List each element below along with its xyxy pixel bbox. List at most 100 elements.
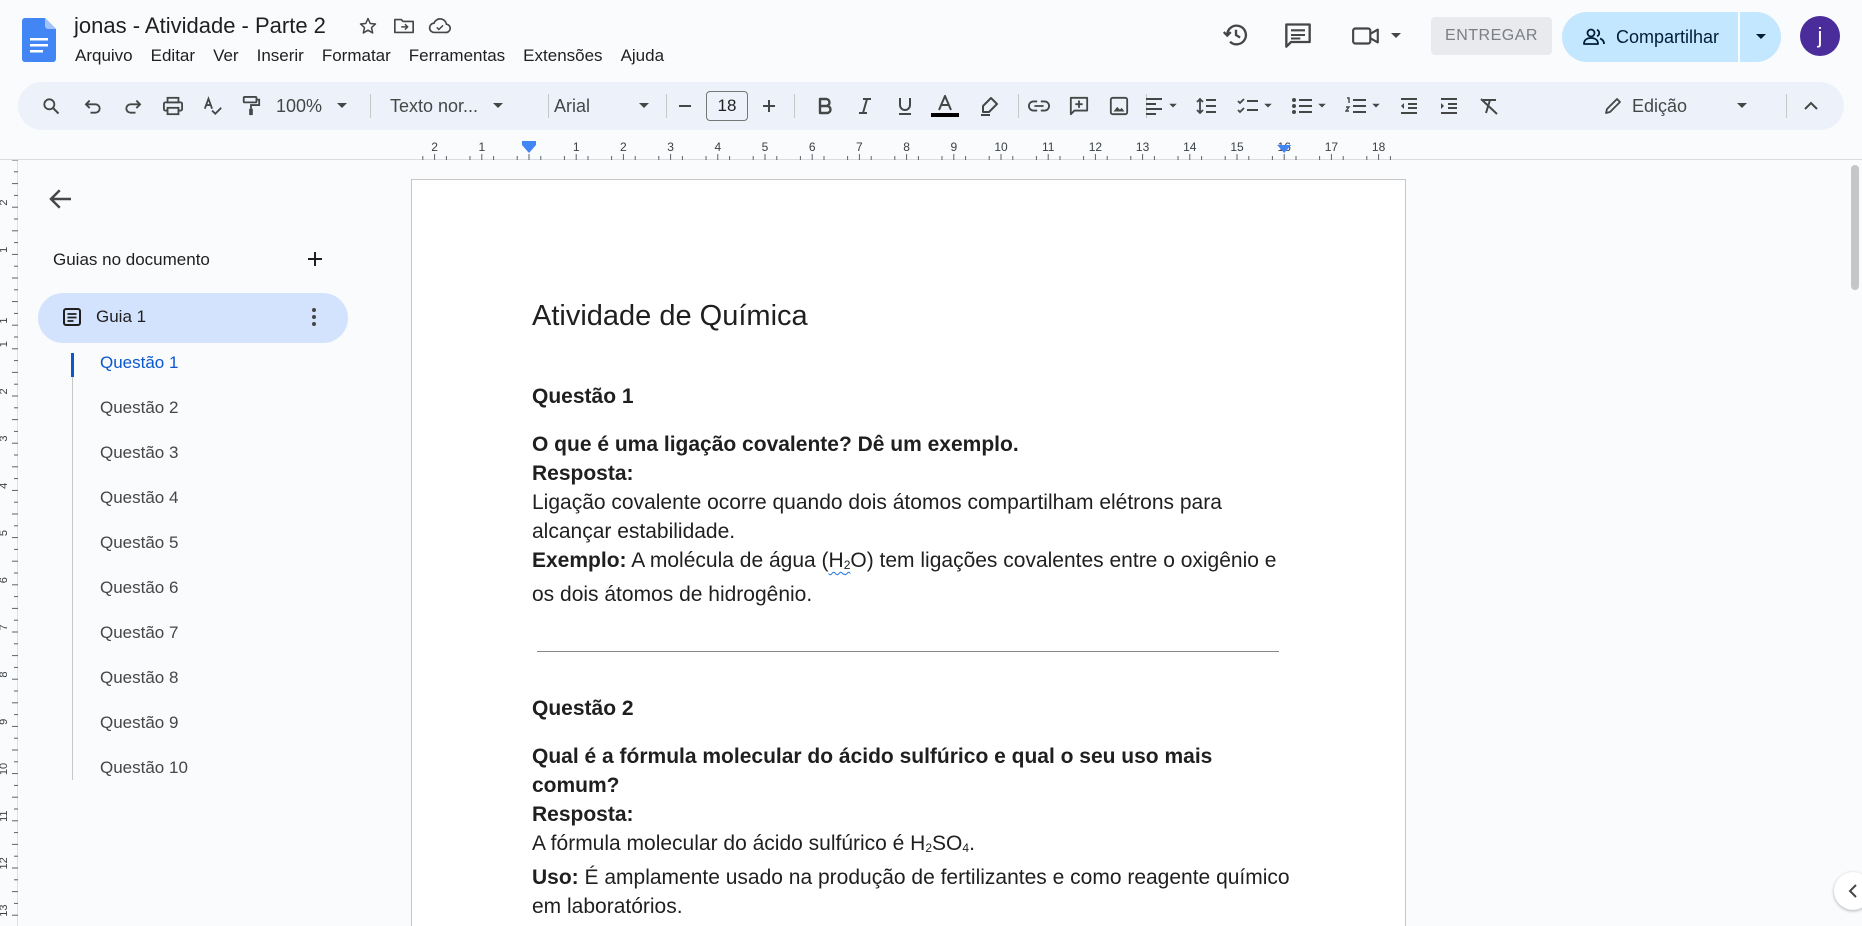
undo-button[interactable] bbox=[76, 82, 110, 130]
ruler-label: 4 bbox=[714, 140, 721, 154]
decrease-font-size-button[interactable] bbox=[670, 82, 700, 130]
bold-icon bbox=[818, 97, 832, 115]
line-spacing-icon bbox=[1196, 97, 1216, 115]
zoom-select[interactable]: 100% bbox=[276, 82, 356, 130]
outline-item-questao-4[interactable]: Questão 4 bbox=[100, 488, 188, 533]
add-tab-button[interactable] bbox=[302, 246, 328, 272]
decrease-indent-button[interactable] bbox=[1392, 82, 1426, 130]
font-family-select[interactable]: Arial bbox=[554, 82, 670, 130]
ruler-label: 14 bbox=[1183, 140, 1197, 154]
ruler-label: 5 bbox=[762, 140, 769, 154]
bulleted-list-button[interactable] bbox=[1284, 82, 1334, 130]
comments-icon[interactable] bbox=[1284, 22, 1312, 48]
menu-ferramentas[interactable]: Ferramentas bbox=[400, 44, 514, 68]
meet-camera-icon[interactable] bbox=[1351, 24, 1381, 48]
editing-mode-select[interactable]: Edição bbox=[1604, 82, 1780, 130]
checklist-button[interactable] bbox=[1230, 82, 1280, 130]
share-button[interactable]: Compartilhar bbox=[1562, 12, 1738, 62]
bold-button[interactable] bbox=[810, 82, 840, 130]
account-avatar[interactable]: j bbox=[1800, 16, 1840, 56]
print-button[interactable] bbox=[156, 82, 190, 130]
ruler-label: 2 bbox=[0, 388, 10, 394]
menu-arquivo[interactable]: Arquivo bbox=[66, 44, 142, 68]
outline-item-questao-8[interactable]: Questão 8 bbox=[100, 668, 188, 713]
move-folder-icon[interactable] bbox=[392, 14, 416, 38]
horizontal-ruler[interactable]: 21123456789101112131415161718 bbox=[0, 138, 1862, 160]
paint-format-button[interactable] bbox=[234, 82, 268, 130]
meet-dropdown-icon[interactable] bbox=[1390, 32, 1402, 40]
insert-link-button[interactable] bbox=[1022, 82, 1056, 130]
question-2-text: Qual é a fórmula molecular do ácido sulf… bbox=[532, 745, 1213, 797]
hide-menus-button[interactable] bbox=[1794, 82, 1828, 130]
question-1-answer: Ligação covalente ocorre quando dois áto… bbox=[532, 491, 1222, 543]
clear-formatting-button[interactable] bbox=[1472, 82, 1506, 130]
line-spacing-button[interactable] bbox=[1190, 82, 1224, 130]
outline-item-questao-9[interactable]: Questão 9 bbox=[100, 713, 188, 758]
back-arrow-icon[interactable] bbox=[46, 184, 76, 214]
italic-icon bbox=[859, 98, 871, 114]
vertical-ruler[interactable]: 21112345678910111213 bbox=[0, 159, 18, 926]
ruler-label: 8 bbox=[0, 672, 10, 678]
ruler-label: 11 bbox=[1042, 140, 1055, 154]
outline-item-questao-2[interactable]: Questão 2 bbox=[100, 398, 188, 443]
paragraph-style-select[interactable]: Texto nor... bbox=[390, 82, 538, 130]
search-menus-button[interactable] bbox=[34, 82, 68, 130]
ruler-label: 17 bbox=[1325, 140, 1339, 154]
share-label: Compartilhar bbox=[1616, 26, 1720, 47]
underline-button[interactable] bbox=[890, 82, 920, 130]
document-tab-icon bbox=[63, 308, 81, 326]
entregar-button[interactable]: ENTREGAR bbox=[1431, 17, 1552, 55]
ruler-label: 1 bbox=[0, 247, 10, 253]
more-vert-icon[interactable] bbox=[310, 305, 318, 329]
text-color-button[interactable] bbox=[928, 82, 962, 130]
ruler-label: 6 bbox=[0, 577, 10, 583]
document-heading: Atividade de Química bbox=[532, 300, 808, 332]
chevron-down-icon bbox=[1264, 103, 1272, 108]
title-icons bbox=[356, 14, 452, 38]
share-dropdown[interactable] bbox=[1740, 12, 1781, 62]
star-icon[interactable] bbox=[356, 14, 380, 38]
cloud-saved-icon[interactable] bbox=[428, 14, 452, 38]
numbered-list-button[interactable] bbox=[1338, 82, 1388, 130]
menu-ver[interactable]: Ver bbox=[204, 44, 248, 68]
italic-button[interactable] bbox=[850, 82, 880, 130]
document-title[interactable]: jonas - Atividade - Parte 2 bbox=[74, 13, 326, 39]
increase-indent-button[interactable] bbox=[1432, 82, 1466, 130]
document-tab-guia-1[interactable]: Guia 1 bbox=[38, 293, 348, 343]
spellcheck-button[interactable] bbox=[196, 82, 230, 130]
outline-item-questao-6[interactable]: Questão 6 bbox=[100, 578, 188, 623]
redo-button[interactable] bbox=[116, 82, 150, 130]
outline-item-questao-10[interactable]: Questão 10 bbox=[100, 758, 188, 803]
side-panel-toggle[interactable] bbox=[1834, 872, 1862, 910]
outline-heading: Guias no documento bbox=[53, 250, 210, 269]
docs-logo-icon[interactable] bbox=[22, 18, 56, 62]
document-body[interactable]: Atividade de Química Questão 1 O que é u… bbox=[532, 298, 1292, 921]
question-1-text: O que é uma ligação covalente? Dê um exe… bbox=[532, 433, 1019, 456]
ruler-label: 4 bbox=[0, 483, 10, 489]
ruler-label: 10 bbox=[994, 140, 1008, 154]
question-2-answer: A fórmula molecular do ácido sulfúrico é… bbox=[532, 829, 1292, 863]
outline-item-questao-1[interactable]: Questão 1 bbox=[100, 353, 188, 398]
insert-image-button[interactable] bbox=[1102, 82, 1136, 130]
menu-ajuda[interactable]: Ajuda bbox=[612, 44, 673, 68]
ruler-label: 1 bbox=[573, 140, 580, 154]
highlight-color-button[interactable] bbox=[972, 82, 1006, 130]
font-size-input[interactable]: 18 bbox=[706, 91, 748, 121]
spellcheck-flagged-formula[interactable]: H2 bbox=[829, 549, 851, 572]
menu-extensoes[interactable]: Extensões bbox=[514, 44, 611, 68]
align-button[interactable] bbox=[1136, 82, 1186, 130]
add-comment-button[interactable] bbox=[1062, 82, 1096, 130]
ruler-label: 9 bbox=[0, 719, 10, 725]
increase-font-size-button[interactable] bbox=[754, 82, 784, 130]
outline-item-questao-3[interactable]: Questão 3 bbox=[100, 443, 188, 488]
vertical-scrollbar[interactable] bbox=[1851, 165, 1859, 290]
outline-item-questao-7[interactable]: Questão 7 bbox=[100, 623, 188, 668]
menu-editar[interactable]: Editar bbox=[142, 44, 204, 68]
menu-inserir[interactable]: Inserir bbox=[248, 44, 313, 68]
document-page[interactable]: Atividade de Química Questão 1 O que é u… bbox=[411, 179, 1406, 926]
outline-item-questao-5[interactable]: Questão 5 bbox=[100, 533, 188, 578]
paragraph-style-value: Texto nor... bbox=[390, 95, 479, 116]
version-history-icon[interactable] bbox=[1222, 21, 1250, 49]
menu-formatar[interactable]: Formatar bbox=[313, 44, 400, 68]
answer-text: A fórmula molecular do ácido sulfúrico é… bbox=[532, 832, 926, 855]
